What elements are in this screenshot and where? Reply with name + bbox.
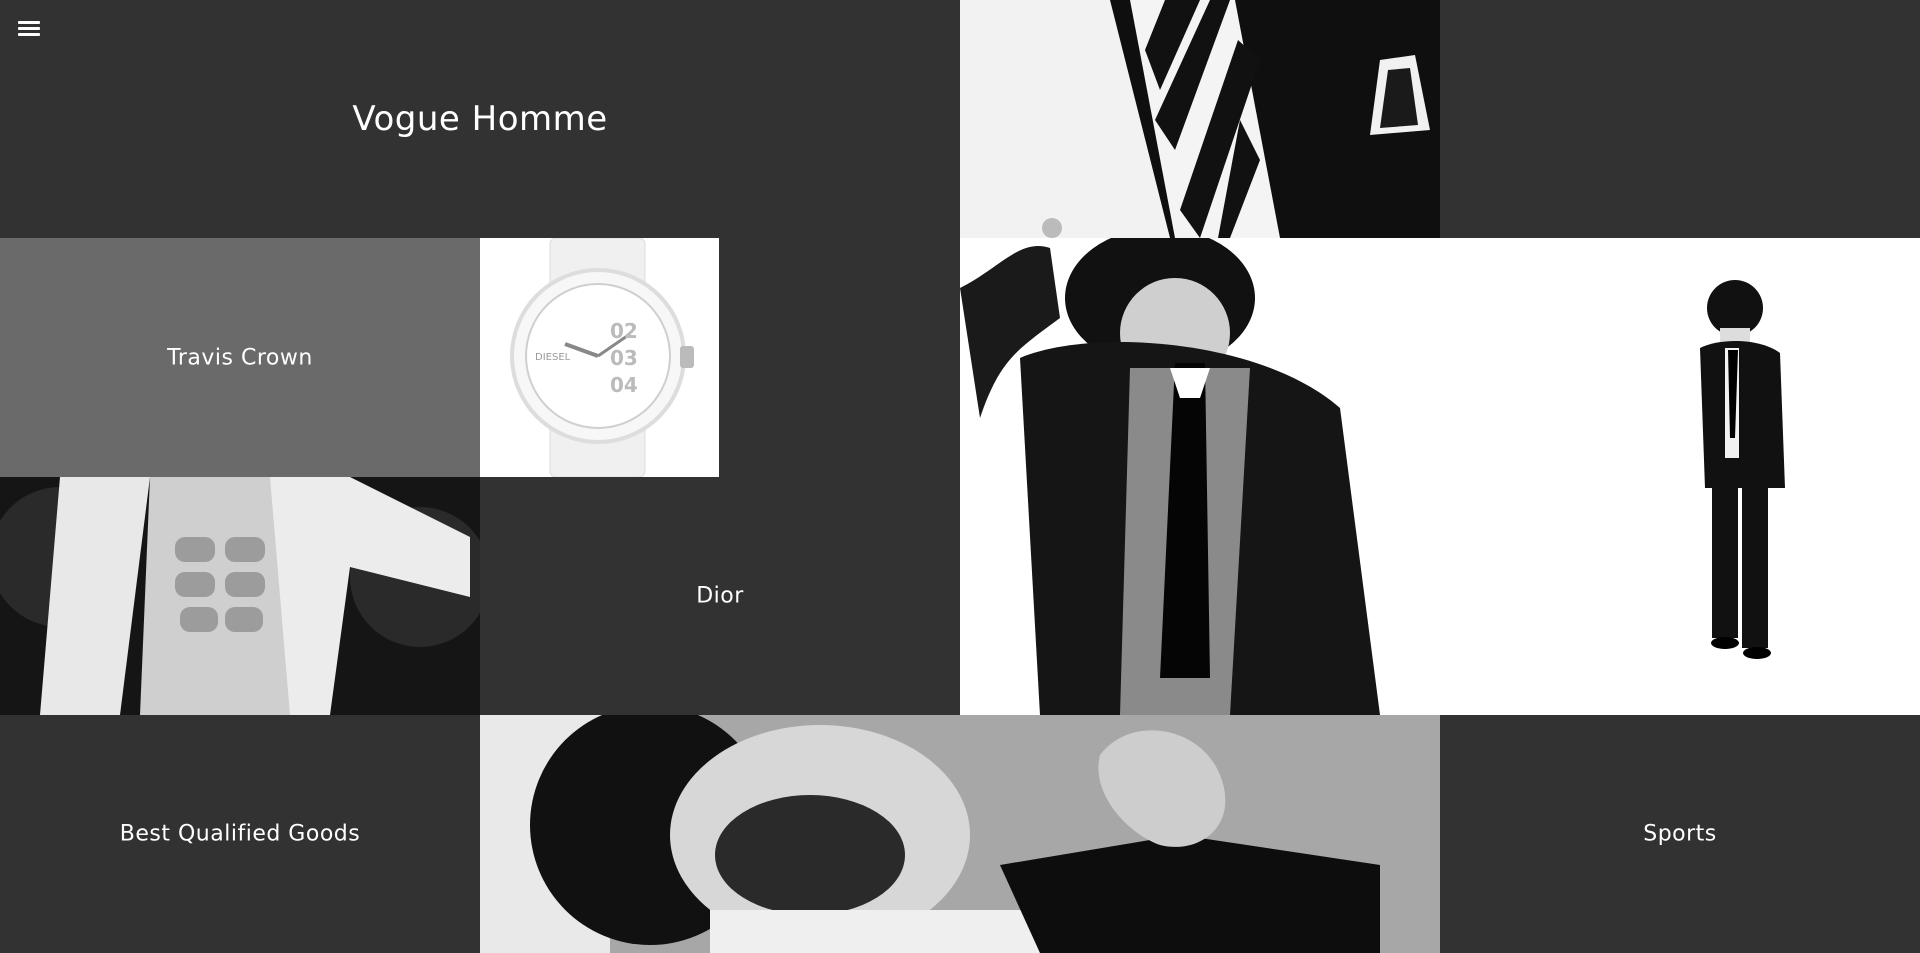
best-qualified-goods-label: Best Qualified Goods [119,821,361,847]
reclining-man-image[interactable] [480,715,1440,953]
empty-dark-tile [719,238,960,477]
watch-illustration: DIESEL 02 03 04 [480,238,719,477]
title-tile: Vogue Homme [0,0,960,238]
torso-illustration [0,477,480,715]
watch-number: 04 [610,373,638,397]
suit-tie-image[interactable] [960,0,1440,238]
sports-tile[interactable]: Sports [1440,715,1920,953]
watch-number: 03 [610,346,638,370]
watch-number: 02 [610,319,638,343]
travis-crown-label: Travis Crown [167,345,313,370]
suit-tie-illustration [960,0,1440,238]
watch-image[interactable]: DIESEL 02 03 04 [480,238,719,477]
reclining-man-illustration [480,715,1440,953]
mosaic-grid: Vogue Homme Travis Crown DIESEL 02 03 04… [0,0,1920,953]
travis-crown-tile[interactable]: Travis Crown [0,238,480,477]
best-qualified-goods-tile[interactable]: Best Qualified Goods [0,715,480,953]
empty-dark-tile [1440,0,1920,238]
men-in-suits-illustration [960,238,1920,715]
hamburger-menu-icon[interactable] [18,18,40,40]
site-title: Vogue Homme [352,99,608,139]
torso-image[interactable] [0,477,480,715]
watch-brand-text: DIESEL [535,352,571,363]
sports-label: Sports [1643,821,1717,847]
dior-label: Dior [696,583,744,609]
men-in-suits-image[interactable] [960,238,1920,715]
dior-tile[interactable]: Dior [480,477,960,715]
